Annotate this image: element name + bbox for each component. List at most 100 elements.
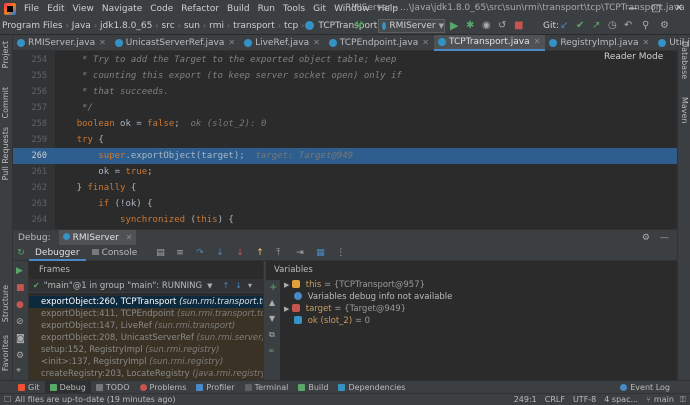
layout-icon[interactable]: ▤ [156,248,166,258]
step-over-icon[interactable]: ↷ [196,248,206,258]
menu-run[interactable]: Run [254,4,279,14]
stop-icon[interactable]: ■ [16,283,25,293]
step-out-icon[interactable]: ↑ [256,248,266,258]
editor-tab-tcpendpoint[interactable]: TCPEndpoint.java ✕ [325,35,434,51]
rollback-icon[interactable]: ↶ [624,19,638,33]
tool-tab-commit[interactable]: Commit [1,87,10,118]
stack-frame[interactable]: exportObject:147, LiveRef (sun.rmi.trans… [29,320,263,332]
profile-icon[interactable]: ↺ [498,19,512,33]
maximize-icon[interactable]: □ [645,0,667,17]
editor-tab-unicastserverref[interactable]: UnicastServerRef.java ✕ [111,35,240,51]
arrow-up-icon[interactable]: ▲ [269,298,275,307]
debug-session-tab[interactable]: RMIServer ✕ [58,229,137,246]
reader-mode-toggle[interactable]: Reader Mode [604,52,663,62]
breadcrumb-transport[interactable]: transport [231,21,277,31]
close-tab-icon[interactable]: ✕ [126,233,133,242]
stack-frame[interactable]: createRegistry:203, LocateRegistry (java… [29,368,263,380]
git-branch[interactable]: main [654,394,680,405]
variable-row[interactable]: ▶ target = {Target@949} [284,303,406,315]
git-push-icon[interactable]: ↗ [592,19,606,33]
breadcrumb-sun[interactable]: sun [182,21,202,31]
step-into-icon[interactable]: ↓ [216,248,226,258]
run-icon[interactable]: ▶ [450,19,464,33]
rerun-icon[interactable]: ↻ [13,248,29,258]
tool-tab-structure[interactable]: Structure [1,285,10,322]
copy-icon[interactable]: ⧉ [269,330,275,340]
run-to-cursor-icon[interactable]: ⇥ [296,248,306,258]
more-options-icon[interactable]: ⋮ [336,248,346,258]
stack-frame[interactable]: <init>:137, RegistryImpl (sun.rmi.regist… [29,356,263,368]
editor-tab-registryimpl[interactable]: RegistryImpl.java ✕ [545,35,654,51]
close-tab-icon[interactable]: ✕ [228,38,235,47]
close-tab-icon[interactable]: ✕ [313,38,320,47]
arrow-down-icon[interactable]: ▼ [269,314,275,323]
pin-icon[interactable]: ⌖ [16,366,21,376]
tool-window-dependencies[interactable]: Dependencies [333,381,410,394]
tool-window-build[interactable]: Build [293,381,333,394]
close-tab-icon[interactable]: ✕ [99,38,106,47]
variable-row[interactable]: ▶ this = {TCPTransport@957} [284,279,425,291]
show-execution-point-icon[interactable]: ≡ [176,248,186,258]
tool-tab-project[interactable]: Project [1,41,10,68]
breadcrumb-java[interactable]: Java [70,21,93,31]
variable-row[interactable]: ok (slot_2) = 0 [294,315,370,327]
breadcrumb-src[interactable]: src [160,21,177,31]
tool-window-todo[interactable]: TODO [91,381,135,394]
tab-debugger[interactable]: Debugger [29,245,86,261]
thread-selector[interactable]: ✔ "main"@1 in group "main": RUNNING ▼ ↑ … [29,279,263,293]
tool-tab-maven[interactable]: Maven [680,97,689,124]
debug-icon[interactable]: ✱ [466,19,480,33]
breadcrumb-tcp[interactable]: tcp [282,21,300,31]
arrow-up-icon[interactable]: ↑ [223,281,230,290]
code-editor[interactable]: * Try to add the Target to the exported … [55,51,677,229]
tool-tab-favorites[interactable]: Favorites [1,335,10,371]
menu-file[interactable]: File [20,4,43,14]
stop-icon[interactable]: ■ [514,19,528,33]
close-tab-icon[interactable]: ✕ [534,37,541,46]
tool-window-event-log[interactable]: Event Log [615,381,675,394]
breadcrumb-rmi[interactable]: rmi [207,21,226,31]
hammer-build-icon[interactable]: ⚒ [354,19,368,33]
stack-frame[interactable]: exportObject:260, TCPTransport (sun.rmi.… [29,296,263,308]
editor-tab-tcptransport[interactable]: TCPTransport.java ✕ [433,34,546,51]
stack-frame[interactable]: setup:152, RegistryImpl (sun.rmi.registr… [29,344,263,356]
tool-window-debug[interactable]: Debug [44,380,91,394]
status-icon[interactable]: ☐ [0,394,11,405]
close-window-icon[interactable]: ✕ [668,0,690,17]
indent-setting[interactable]: 4 spac... [604,394,646,405]
tool-window-git[interactable]: Git [0,381,45,394]
tool-window-problems[interactable]: Problems [135,381,192,394]
camera-icon[interactable]: ◙ [16,334,25,344]
menu-tools[interactable]: Tools [279,4,309,14]
tool-window-terminal[interactable]: Terminal [240,381,294,394]
settings-gear-icon[interactable]: ⚙ [16,351,24,361]
resume-icon[interactable]: ▶ [16,266,23,276]
stack-frame[interactable]: exportObject:208, UnicastServerRef (sun.… [29,332,263,344]
git-update-icon[interactable]: ↙ [560,19,574,33]
breadcrumb-tcptransport[interactable]: TCPTransport [316,21,379,31]
tool-tab-pull-requests[interactable]: Pull Requests [1,127,10,180]
breadcrumb-program-files[interactable]: Program Files [0,21,65,31]
lock-icon[interactable]: ⚿ [680,394,690,405]
mute-breakpoints-icon[interactable]: ⊘ [16,317,24,327]
drop-frame-icon[interactable]: ⤒ [276,248,286,258]
line-separator[interactable]: CRLF [545,394,573,405]
tab-console[interactable]: Console [86,245,144,261]
menu-refactor[interactable]: Refactor [177,4,223,14]
file-encoding[interactable]: UTF-8 [573,394,604,405]
menu-build[interactable]: Build [223,4,254,14]
menu-navigate[interactable]: Navigate [98,4,146,14]
editor-tab-rmiserver[interactable]: RMIServer.java ✕ [13,35,111,51]
close-tab-icon[interactable]: ✕ [422,38,429,47]
filter-icon[interactable]: ▾ [248,281,252,290]
close-tab-icon[interactable]: ✕ [643,38,650,47]
run-configuration-select[interactable]: RMIServer ▼ [378,19,445,33]
tool-window-profiler[interactable]: Profiler [191,381,239,394]
caret-position[interactable]: 249:1 [514,394,545,405]
menu-view[interactable]: View [69,4,98,14]
minimize-icon[interactable]: — [622,0,644,17]
arrow-down-icon[interactable]: ↓ [235,281,242,290]
watches-icon[interactable]: ∞ [268,346,275,355]
menu-git[interactable]: Git [309,4,330,14]
expand-arrow-icon[interactable]: ▶ [284,281,289,289]
